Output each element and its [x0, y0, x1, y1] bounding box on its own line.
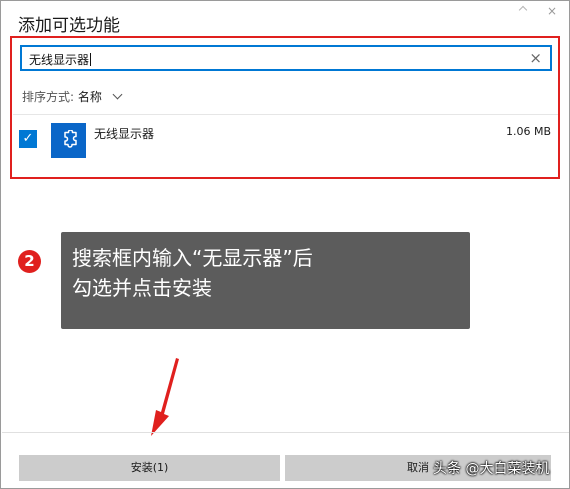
chevron-down-icon: [112, 89, 123, 100]
text-caret: [90, 53, 92, 66]
instruction-text: 搜索框内输入“无显示器”后 勾选并点击安装: [72, 243, 462, 303]
sort-dropdown[interactable]: 排序方式: 名称: [22, 88, 123, 105]
close-icon[interactable]: ×: [547, 4, 557, 18]
add-optional-feature-dialog: 添加可选功能 × 无线显示器 × 排序方式: 名称 ✓ 无线显示器 1.06 M…: [0, 0, 570, 489]
feature-name: 无线显示器: [94, 127, 155, 141]
dialog-title: 添加可选功能: [18, 16, 120, 36]
step-number-badge: 2: [18, 250, 41, 273]
instruction-callout: 搜索框内输入“无显示器”后 勾选并点击安装: [61, 232, 470, 329]
footer-divider: [2, 432, 569, 433]
search-input[interactable]: 无线显示器 ×: [20, 45, 552, 71]
puzzle-piece-icon: [51, 123, 86, 158]
watermark: 头条 @大白菜装机: [433, 461, 550, 477]
pointer-arrow-icon: [151, 358, 179, 436]
instruction-line-1: 搜索框内输入“无显示器”后: [72, 246, 313, 270]
list-divider: [13, 114, 558, 115]
sort-value: 名称: [77, 90, 102, 104]
sort-label: 排序方式:: [22, 90, 75, 104]
install-button[interactable]: 安装(1): [19, 455, 280, 481]
clear-search-icon[interactable]: ×: [529, 49, 542, 67]
scroll-up-icon[interactable]: [518, 5, 528, 15]
instruction-line-2: 勾选并点击安装: [72, 276, 212, 300]
feature-checkbox[interactable]: ✓: [19, 130, 37, 148]
feature-size: 1.06 MB: [505, 125, 551, 138]
search-input-value: 无线显示器: [29, 53, 92, 67]
feature-list-item[interactable]: ✓ 无线显示器 1.06 MB: [13, 116, 558, 176]
